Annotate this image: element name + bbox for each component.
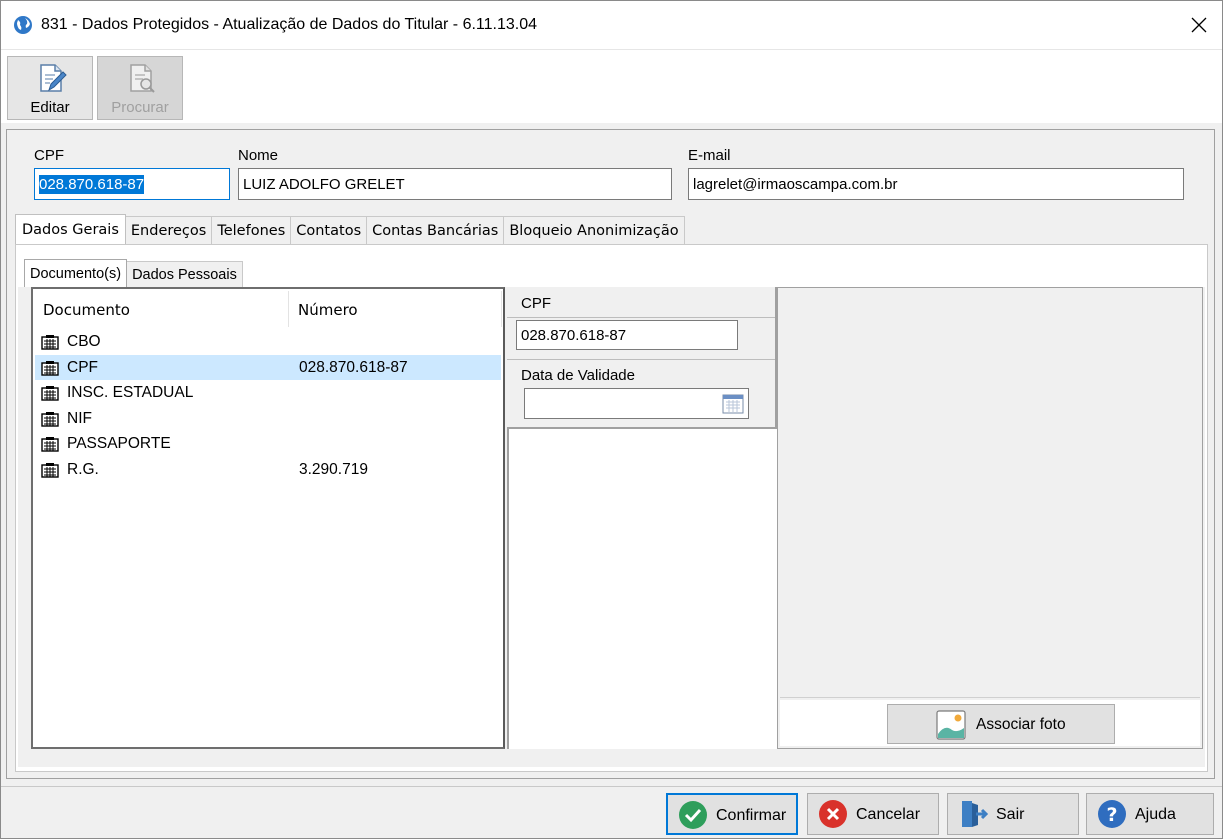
main-frame: CPF 028.870.618-87 Nome LUIZ ADOLFO GREL… bbox=[6, 129, 1215, 779]
tab-contas-bancarias[interactable]: Contas Bancárias bbox=[366, 216, 505, 244]
close-button[interactable] bbox=[1176, 1, 1222, 49]
search-document-icon bbox=[130, 64, 155, 93]
document-card-icon bbox=[41, 360, 59, 376]
svg-text:?: ? bbox=[1106, 804, 1117, 826]
document-card-icon bbox=[41, 437, 59, 452]
row-document-number: 3.290.719 bbox=[299, 460, 368, 478]
table-row[interactable]: CBO bbox=[35, 329, 501, 354]
subtab-dados-pessoais[interactable]: Dados Pessoais bbox=[126, 261, 243, 287]
row-document-name: NIF bbox=[67, 409, 92, 427]
associate-photo-button[interactable]: Associar foto bbox=[887, 704, 1115, 744]
row-document-name: CBO bbox=[67, 333, 101, 350]
search-button-label: Procurar bbox=[111, 99, 169, 116]
exit-button[interactable]: Sair bbox=[947, 793, 1079, 835]
help-button[interactable]: ? Ajuda bbox=[1086, 793, 1214, 835]
toolbar: Editar Procurar bbox=[1, 49, 1222, 123]
validity-label: Data de Validade bbox=[521, 367, 635, 384]
cancel-icon bbox=[819, 800, 847, 828]
tab-contatos[interactable]: Contatos bbox=[290, 216, 368, 244]
table-row[interactable]: PASSAPORTE bbox=[35, 431, 501, 456]
search-button[interactable]: Procurar bbox=[97, 56, 183, 120]
name-field[interactable]: LUIZ ADOLFO GRELET bbox=[238, 168, 672, 200]
detail-blank-area bbox=[507, 429, 777, 749]
name-field-value: LUIZ ADOLFO GRELET bbox=[243, 175, 405, 193]
sub-tabs: Documento(s) Dados Pessoais bbox=[24, 259, 243, 287]
tab-enderecos[interactable]: Endereços bbox=[124, 216, 213, 244]
image-icon bbox=[936, 710, 966, 740]
row-document-name: PASSAPORTE bbox=[67, 435, 171, 452]
email-field[interactable]: lagrelet@irmaoscampa.com.br bbox=[688, 168, 1184, 200]
cpf-field[interactable]: 028.870.618-87 bbox=[34, 168, 230, 200]
check-icon bbox=[679, 801, 707, 829]
document-card-icon bbox=[41, 411, 59, 427]
email-field-value: lagrelet@irmaoscampa.com.br bbox=[693, 175, 898, 193]
close-icon bbox=[1191, 17, 1207, 33]
main-tabs: Dados Gerais Endereços Telefones Contato… bbox=[15, 214, 685, 244]
cancel-button[interactable]: Cancelar bbox=[807, 793, 939, 835]
cpf-field-value: 028.870.618-87 bbox=[39, 174, 145, 194]
documents-list[interactable]: Documento Número CBO CPF 028.870.618-87 INS… bbox=[31, 287, 505, 749]
validity-date-field[interactable] bbox=[524, 388, 749, 419]
table-row[interactable]: R.G. 3.290.719 bbox=[35, 457, 501, 482]
exit-label: Sair bbox=[996, 806, 1025, 823]
subtab-documentos[interactable]: Documento(s) bbox=[24, 259, 128, 287]
exit-door-icon bbox=[962, 801, 988, 827]
cancel-label: Cancelar bbox=[856, 806, 921, 823]
row-document-number: 028.870.618-87 bbox=[299, 358, 408, 376]
edit-button-label: Editar bbox=[30, 99, 70, 116]
cpf-label: CPF bbox=[34, 147, 64, 164]
column-header-document[interactable]: Documento bbox=[43, 301, 130, 319]
column-header-number[interactable]: Número bbox=[298, 301, 358, 319]
window-title: 831 - Dados Protegidos - Atualização de … bbox=[41, 16, 538, 33]
help-label: Ajuda bbox=[1135, 806, 1176, 823]
help-icon: ? bbox=[1098, 800, 1126, 828]
row-document-name: R.G. bbox=[67, 460, 99, 478]
tab-bloqueio-anonimizacao[interactable]: Bloqueio Anonimização bbox=[503, 216, 685, 244]
associate-photo-label: Associar foto bbox=[976, 716, 1066, 733]
list-header: Documento Número bbox=[33, 289, 503, 329]
main-window: 831 - Dados Protegidos - Atualização de … bbox=[0, 0, 1223, 839]
edit-button[interactable]: Editar bbox=[7, 56, 93, 120]
tab-dados-gerais[interactable]: Dados Gerais bbox=[15, 214, 126, 244]
title-bar: 831 - Dados Protegidos - Atualização de … bbox=[1, 1, 1222, 49]
photo-actions: Associar foto bbox=[780, 700, 1200, 746]
edit-document-icon bbox=[40, 64, 67, 92]
footer-bar: Confirmar Cancelar Sair ? Ajuda bbox=[1, 786, 1222, 838]
detail-doc-number-value: 028.870.618-87 bbox=[521, 326, 627, 344]
photo-area bbox=[780, 290, 1200, 698]
photo-panel: Associar foto bbox=[777, 287, 1203, 749]
document-card-icon bbox=[41, 462, 59, 478]
document-card-icon bbox=[41, 335, 59, 350]
name-label: Nome bbox=[238, 147, 279, 164]
tab-telefones[interactable]: Telefones bbox=[211, 216, 292, 244]
detail-doc-number-field[interactable]: 028.870.618-87 bbox=[516, 320, 738, 350]
documents-panel: Documento Número CBO CPF 028.870.618-87 INS… bbox=[18, 287, 1205, 767]
confirm-label: Confirmar bbox=[716, 807, 787, 824]
tab-panel-dados-gerais: Documento(s) Dados Pessoais Documento Nú… bbox=[15, 244, 1208, 772]
table-row[interactable]: CPF 028.870.618-87 bbox=[35, 354, 501, 380]
document-card-icon bbox=[41, 386, 59, 401]
table-row[interactable]: NIF bbox=[35, 406, 501, 431]
table-row[interactable]: INSC. ESTADUAL bbox=[35, 380, 501, 405]
row-document-name: CPF bbox=[67, 358, 98, 376]
confirm-button[interactable]: Confirmar bbox=[666, 793, 798, 835]
calendar-icon[interactable] bbox=[722, 394, 744, 414]
email-label: E-mail bbox=[688, 147, 731, 164]
detail-doc-label: CPF bbox=[521, 295, 551, 312]
document-detail-panel: CPF 028.870.618-87 Data de Validade bbox=[507, 287, 777, 429]
globe-icon bbox=[14, 16, 32, 34]
row-document-name: INSC. ESTADUAL bbox=[67, 384, 194, 401]
